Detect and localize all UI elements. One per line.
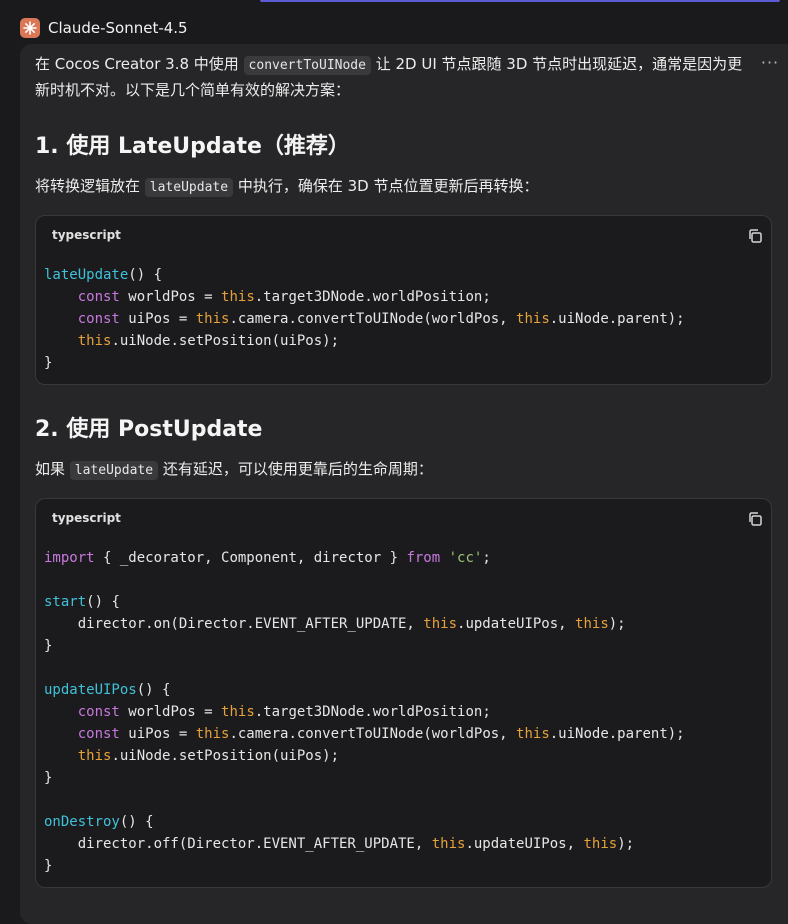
desc-text: 中执行，确保在 3D 节点位置更新后再转换： xyxy=(233,177,539,195)
desc-text: 还有延迟，可以使用更靠后的生命周期： xyxy=(158,460,433,478)
section-description-1: 将转换逻辑放在 lateUpdate 中执行，确保在 3D 节点位置更新后再转换… xyxy=(35,174,765,200)
inline-code: lateUpdate xyxy=(144,178,234,197)
desc-text: 如果 xyxy=(35,460,70,478)
intro-paragraph: 在 Cocos Creator 3.8 中使用 convertToUINode … xyxy=(35,52,765,102)
copy-icon[interactable] xyxy=(747,228,763,244)
code-block-2: typescript import { _decorator, Componen… xyxy=(35,498,772,888)
message-header: Claude-Sonnet-4.5 xyxy=(20,16,188,40)
top-accent-line xyxy=(260,0,780,2)
code-language-label: typescript xyxy=(52,228,121,242)
code-block-header: typescript xyxy=(36,499,771,539)
code-block-1: typescript lateUpdate() { const worldPos… xyxy=(35,215,772,385)
bot-avatar-icon xyxy=(20,18,40,38)
copy-icon[interactable] xyxy=(747,511,763,527)
code-content[interactable]: import { _decorator, Component, director… xyxy=(36,539,771,887)
intro-text: 新时机不对。以下是几个简单有效的解决方案： xyxy=(35,81,351,99)
inline-code: lateUpdate xyxy=(69,461,159,480)
section-heading-2: 2. 使用 PostUpdate xyxy=(35,417,263,442)
intro-text: 让 2D UI 节点跟随 3D 节点时出现延迟，通常是因为更 xyxy=(370,55,743,73)
desc-text: 将转换逻辑放在 xyxy=(35,177,145,195)
bot-name: Claude-Sonnet-4.5 xyxy=(48,19,188,37)
section-description-2: 如果 lateUpdate 还有延迟，可以使用更靠后的生命周期： xyxy=(35,457,765,483)
code-content[interactable]: lateUpdate() { const worldPos = this.tar… xyxy=(36,256,771,384)
intro-text: 在 Cocos Creator 3.8 中使用 xyxy=(35,55,244,73)
code-language-label: typescript xyxy=(52,511,121,525)
inline-code: convertToUINode xyxy=(243,56,371,75)
section-heading-1: 1. 使用 LateUpdate（推荐） xyxy=(35,134,350,159)
code-block-header: typescript xyxy=(36,216,771,256)
